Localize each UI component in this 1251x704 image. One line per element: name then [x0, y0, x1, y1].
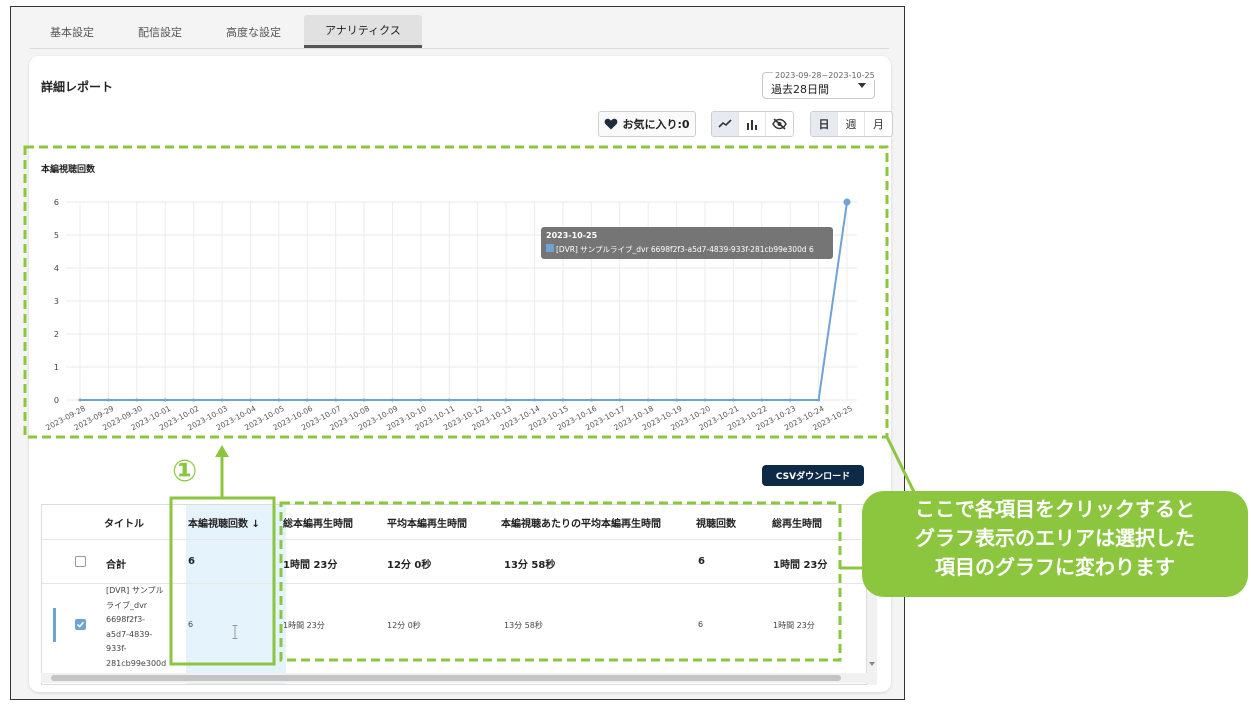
data-point	[561, 398, 565, 402]
tooltip-date: 2023-10-25	[546, 231, 598, 240]
data-point	[589, 398, 593, 402]
y-tick-label: 4	[54, 264, 59, 273]
data-point	[390, 398, 394, 402]
data-point	[703, 398, 707, 402]
data-point	[788, 398, 792, 402]
data-point	[362, 398, 366, 402]
data-point	[760, 398, 764, 402]
data-point	[817, 398, 821, 402]
views-line-chart: 0123456 2023-09-282023-09-292023-09-3020…	[44, 198, 857, 432]
data-point	[106, 398, 110, 402]
data-point	[192, 398, 196, 402]
data-point	[675, 398, 679, 402]
y-tick-label: 3	[54, 297, 59, 306]
data-point	[476, 398, 480, 402]
callout-line: 項目のグラフに変わります	[935, 555, 1175, 579]
callout-line: ここで各項目をクリックすると	[915, 497, 1195, 521]
data-point	[248, 398, 252, 402]
tooltip-series-label: [DVR] サンプルライブ_dvr 6698f2f3-a5d7-4839-933…	[556, 244, 814, 254]
tooltip-swatch	[546, 244, 554, 252]
y-tick-label: 0	[54, 396, 59, 405]
data-point	[646, 398, 650, 402]
y-tick-label: 5	[54, 231, 59, 240]
callout-box: ここで各項目をクリックすると グラフ表示のエリアは選択した 項目のグラフに変わり…	[862, 491, 1248, 597]
data-point	[78, 398, 82, 402]
data-point	[731, 398, 735, 402]
data-point	[618, 398, 622, 402]
data-point	[277, 398, 281, 402]
step-number-badge: ①	[172, 454, 198, 489]
data-point	[305, 398, 309, 402]
callout-line: グラフ表示のエリアは選択した	[915, 526, 1195, 550]
y-tick-label: 1	[54, 363, 59, 372]
data-point	[163, 398, 167, 402]
data-point	[220, 398, 224, 402]
data-point	[843, 198, 851, 206]
data-point	[135, 398, 139, 402]
y-tick-label: 2	[54, 330, 59, 339]
data-point	[447, 398, 451, 402]
y-tick-label: 6	[54, 198, 59, 207]
data-point	[533, 398, 537, 402]
data-point	[504, 398, 508, 402]
data-point	[334, 398, 338, 402]
data-point	[419, 398, 423, 402]
